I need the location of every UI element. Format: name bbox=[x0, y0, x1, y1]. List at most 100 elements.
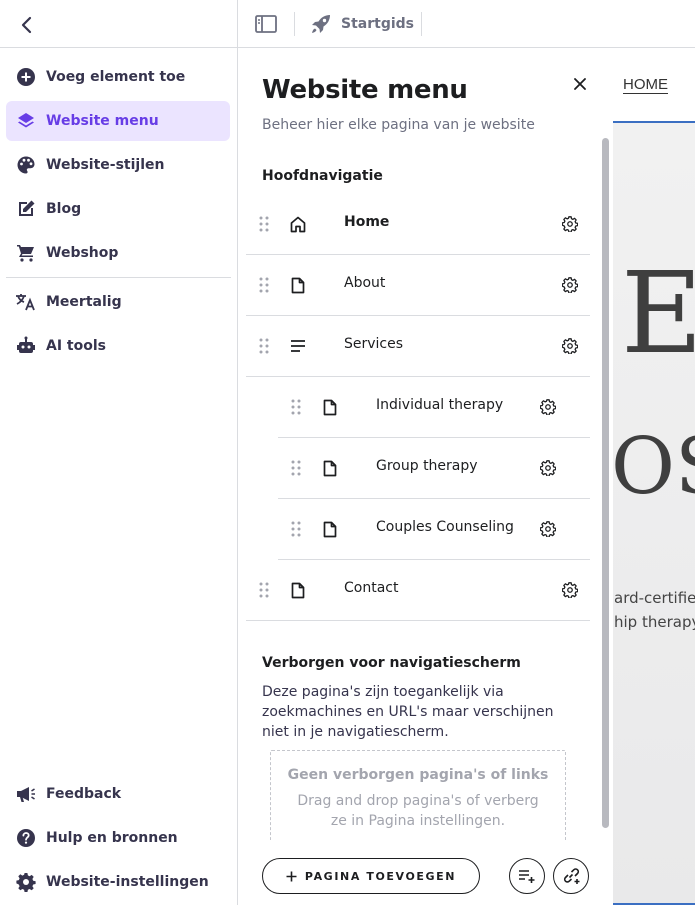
page-row-services[interactable]: Services bbox=[246, 316, 590, 377]
sidebar-item-label: Hulp en bronnen bbox=[46, 830, 178, 846]
sidebar-item-website-settings[interactable]: Website-instellingen bbox=[6, 862, 230, 902]
start-guide-label: Startgids bbox=[341, 16, 414, 32]
hidden-pages-description: Deze pagina's zijn toegankelijk via zoek… bbox=[262, 684, 554, 740]
home-icon bbox=[287, 213, 309, 235]
page-icon bbox=[287, 274, 309, 296]
add-page-button[interactable]: PAGINA TOEVOEGEN bbox=[262, 858, 480, 894]
page-label: Group therapy bbox=[376, 458, 478, 474]
cart-icon bbox=[15, 242, 37, 264]
page-row-individual-therapy[interactable]: Individual therapy bbox=[278, 377, 590, 438]
list-add-icon bbox=[519, 870, 535, 883]
start-guide-button[interactable]: Startgids bbox=[310, 10, 414, 38]
page-row-contact[interactable]: Contact bbox=[246, 560, 590, 621]
close-button[interactable] bbox=[568, 72, 592, 96]
edit-icon bbox=[15, 198, 37, 220]
page-settings-gear-icon[interactable] bbox=[558, 273, 582, 297]
sidebar-item-website-menu[interactable]: Website menu bbox=[6, 101, 230, 141]
page-label: About bbox=[344, 275, 386, 291]
link-add-icon bbox=[563, 868, 579, 884]
sidebar-item-add-element[interactable]: Voeg element toe bbox=[6, 57, 230, 97]
sidebar-item-label: Website-instellingen bbox=[46, 874, 209, 890]
sidebar-item-multilingual[interactable]: Meertalig bbox=[6, 282, 230, 322]
page-icon bbox=[287, 579, 309, 601]
drag-handle-icon[interactable] bbox=[257, 579, 271, 601]
sidebar-item-ai-tools[interactable]: AI tools bbox=[6, 326, 230, 366]
page-icon bbox=[319, 518, 341, 540]
site-preview[interactable]: HOME E OS ard-certified hip therapy. bbox=[613, 48, 695, 905]
sidebar-layout-icon bbox=[255, 15, 277, 33]
empty-state-text: Drag and drop pagina's of verberg ze in … bbox=[297, 793, 539, 829]
add-link-button[interactable] bbox=[553, 858, 589, 894]
panel-subtitle: Beheer hier elke pagina van je website bbox=[262, 117, 535, 133]
page-row-group-therapy[interactable]: Group therapy bbox=[278, 438, 590, 499]
page-settings-gear-icon[interactable] bbox=[536, 517, 560, 541]
layers-icon bbox=[15, 110, 37, 132]
page-settings-gear-icon[interactable] bbox=[558, 212, 582, 236]
empty-state-title: Geen verborgen pagina's of links bbox=[287, 767, 549, 783]
page-icon bbox=[319, 457, 341, 479]
preview-hero-text: hip therapy. bbox=[614, 613, 695, 631]
page-row-home[interactable]: Home bbox=[246, 194, 590, 255]
page-icon bbox=[319, 396, 341, 418]
sidebar-divider bbox=[6, 277, 231, 278]
preview-header: HOME bbox=[613, 48, 695, 123]
panel-title: Website menu bbox=[262, 75, 468, 105]
drag-handle-icon[interactable] bbox=[289, 457, 303, 479]
sidebar-item-webshop[interactable]: Webshop bbox=[6, 233, 230, 273]
sidebar-item-help[interactable]: Hulp en bronnen bbox=[6, 818, 230, 858]
close-icon bbox=[574, 78, 586, 90]
drag-handle-icon[interactable] bbox=[289, 518, 303, 540]
plus-circle-icon bbox=[15, 66, 37, 88]
back-button[interactable] bbox=[14, 12, 40, 38]
scrollbar-thumb[interactable] bbox=[602, 138, 609, 828]
help-icon bbox=[15, 827, 37, 849]
lines-icon bbox=[287, 335, 309, 357]
panel-scrollbar[interactable] bbox=[599, 138, 611, 840]
sidebar-item-label: Meertalig bbox=[46, 294, 122, 310]
plus-icon bbox=[286, 871, 297, 881]
sidebar-item-label: Webshop bbox=[46, 245, 119, 261]
editor-sidebar: Voeg element toe Website menu Website-st… bbox=[0, 0, 238, 905]
megaphone-icon bbox=[15, 783, 37, 805]
sidebar-item-label: Website menu bbox=[46, 113, 159, 129]
page-label: Couples Counseling bbox=[376, 519, 514, 535]
chevron-left-icon bbox=[21, 16, 32, 34]
drag-handle-icon[interactable] bbox=[289, 396, 303, 418]
drag-handle-icon[interactable] bbox=[257, 274, 271, 296]
palette-icon bbox=[15, 154, 37, 176]
preview-hero-heading: E bbox=[621, 249, 695, 379]
robot-icon bbox=[15, 335, 37, 357]
sidebar-item-blog[interactable]: Blog bbox=[6, 189, 230, 229]
drag-handle-icon[interactable] bbox=[257, 335, 271, 357]
add-page-label: PAGINA TOEVOEGEN bbox=[304, 869, 457, 883]
page-settings-gear-icon[interactable] bbox=[558, 334, 582, 358]
page-row-couples-counseling[interactable]: Couples Counseling bbox=[278, 499, 590, 560]
page-list-scroll-area[interactable]: Hoofdnavigatie Home About Services Indiv bbox=[238, 138, 613, 840]
sidebar-item-feedback[interactable]: Feedback bbox=[6, 774, 230, 814]
page-row-about[interactable]: About bbox=[246, 255, 590, 316]
page-label: Individual therapy bbox=[376, 397, 504, 413]
hidden-pages-drop-zone[interactable]: Geen verborgen pagina's of links Drag an… bbox=[270, 750, 566, 840]
hidden-pages-title: Verborgen voor navigatiescherm bbox=[262, 655, 521, 671]
layout-toggle-button[interactable] bbox=[254, 12, 278, 36]
sidebar-item-label: Voeg element toe bbox=[46, 69, 186, 85]
sidebar-item-website-styles[interactable]: Website-stijlen bbox=[6, 145, 230, 185]
preview-nav-home-link[interactable]: HOME bbox=[623, 76, 668, 93]
gear-icon bbox=[15, 871, 37, 893]
add-dropdown-menu-button[interactable] bbox=[509, 858, 545, 894]
page-label: Services bbox=[344, 336, 404, 352]
toolbar-separator bbox=[421, 12, 422, 36]
sidebar-item-label: Website-stijlen bbox=[46, 157, 165, 173]
toolbar-separator bbox=[294, 12, 295, 36]
page-settings-gear-icon[interactable] bbox=[536, 395, 560, 419]
sidebar-item-label: AI tools bbox=[46, 338, 106, 354]
preview-hero-heading: OS bbox=[613, 422, 695, 512]
page-settings-gear-icon[interactable] bbox=[536, 456, 560, 480]
sidebar-item-label: Blog bbox=[46, 201, 82, 217]
drag-handle-icon[interactable] bbox=[257, 213, 271, 235]
website-menu-panel: Website menu Beheer hier elke pagina van… bbox=[238, 48, 613, 905]
page-label: Contact bbox=[344, 580, 399, 596]
main-navigation-title: Hoofdnavigatie bbox=[262, 168, 383, 184]
page-settings-gear-icon[interactable] bbox=[558, 578, 582, 602]
preview-hero-text: ard-certified bbox=[614, 589, 695, 607]
